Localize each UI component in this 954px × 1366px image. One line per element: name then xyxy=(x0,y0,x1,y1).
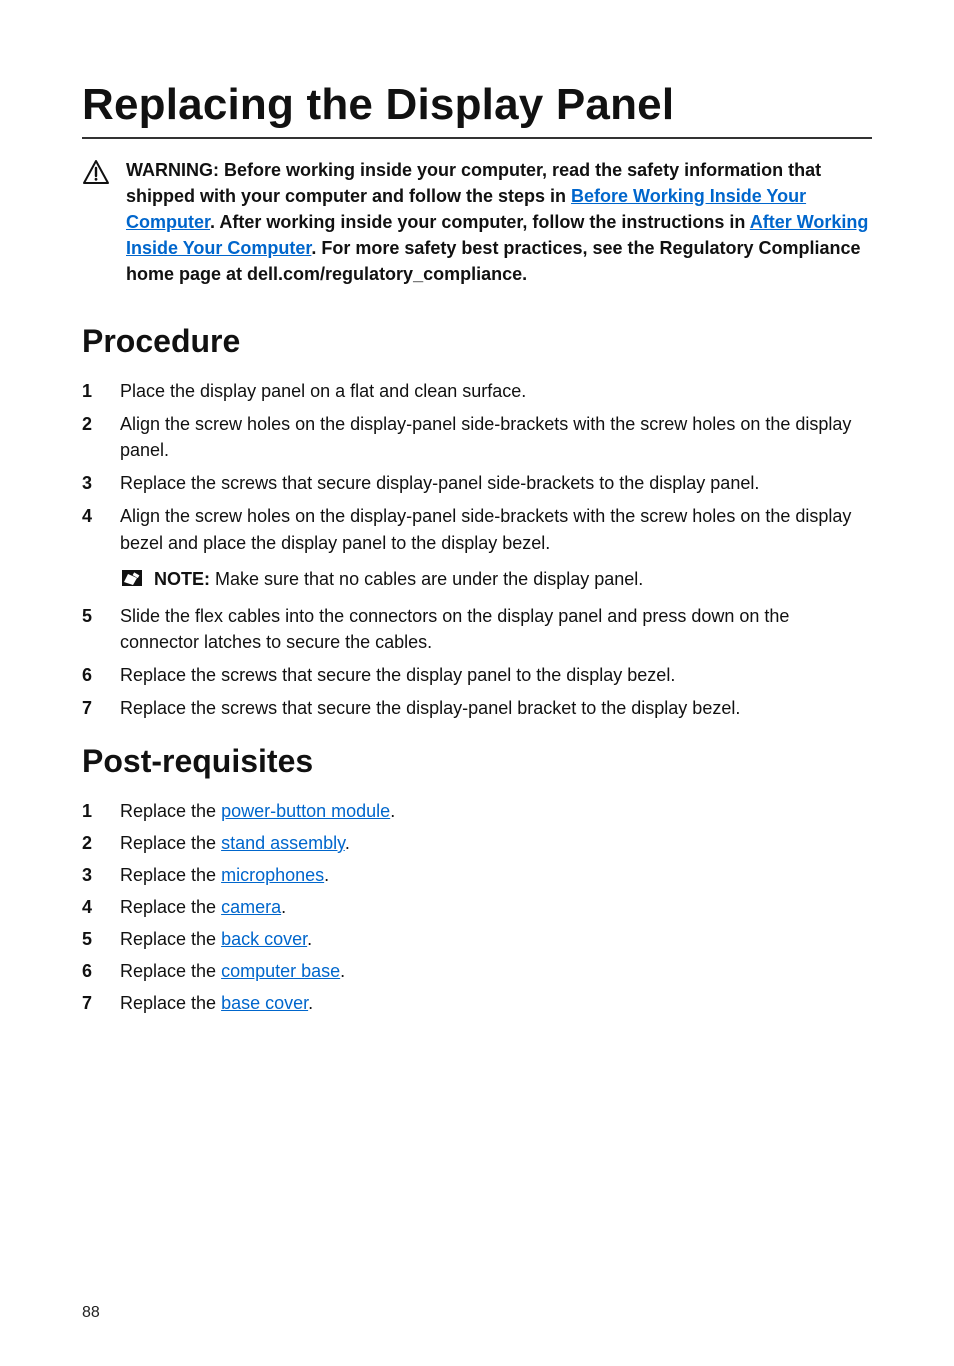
item-body: Replace the stand assembly. xyxy=(120,830,350,857)
step-number: 6 xyxy=(82,662,102,688)
warning-part2: . After working inside your computer, fo… xyxy=(210,212,750,232)
item-suffix: . xyxy=(324,865,329,885)
step-text: Slide the flex cables into the connector… xyxy=(120,603,872,655)
link-power-button-module[interactable]: power-button module xyxy=(221,801,390,821)
procedure-step: 4 Align the screw holes on the display-p… xyxy=(82,503,872,595)
procedure-heading: Procedure xyxy=(82,323,872,360)
item-suffix: . xyxy=(281,897,286,917)
step-number: 5 xyxy=(82,603,102,629)
item-number: 2 xyxy=(82,830,102,857)
step-text: Align the screw holes on the display-pan… xyxy=(120,411,872,463)
step-text: Align the screw holes on the display-pan… xyxy=(120,506,851,552)
procedure-step: 2 Align the screw holes on the display-p… xyxy=(82,411,872,463)
step-number: 4 xyxy=(82,503,102,529)
note-body: Make sure that no cables are under the d… xyxy=(210,569,643,589)
item-number: 7 xyxy=(82,990,102,1017)
item-suffix: . xyxy=(340,961,345,981)
item-body: Replace the camera. xyxy=(120,894,286,921)
post-requisite-item: 3 Replace the microphones. xyxy=(82,862,872,889)
post-requisite-item: 6 Replace the computer base. xyxy=(82,958,872,985)
note-row: NOTE: Make sure that no cables are under… xyxy=(120,566,872,596)
link-camera[interactable]: camera xyxy=(221,897,281,917)
item-number: 4 xyxy=(82,894,102,921)
step-text-with-note: Align the screw holes on the display-pan… xyxy=(120,503,872,595)
warning-block: WARNING: Before working inside your comp… xyxy=(82,157,872,287)
item-number: 6 xyxy=(82,958,102,985)
item-prefix: Replace the xyxy=(120,833,221,853)
document-page: Replacing the Display Panel WARNING: Bef… xyxy=(0,0,954,1366)
item-suffix: . xyxy=(308,993,313,1013)
step-text: Place the display panel on a flat and cl… xyxy=(120,378,872,404)
note-label: NOTE: xyxy=(154,569,210,589)
post-requisite-item: 7 Replace the base cover. xyxy=(82,990,872,1017)
item-body: Replace the back cover. xyxy=(120,926,312,953)
item-number: 5 xyxy=(82,926,102,953)
item-prefix: Replace the xyxy=(120,993,221,1013)
step-number: 3 xyxy=(82,470,102,496)
procedure-step: 5 Slide the flex cables into the connect… xyxy=(82,603,872,655)
warning-triangle-icon xyxy=(82,159,110,190)
procedure-step: 1 Place the display panel on a flat and … xyxy=(82,378,872,404)
step-text: Replace the screws that secure the displ… xyxy=(120,662,872,688)
item-number: 1 xyxy=(82,798,102,825)
post-requisites-heading: Post-requisites xyxy=(82,743,872,780)
item-suffix: . xyxy=(345,833,350,853)
title-rule xyxy=(82,137,872,139)
link-base-cover[interactable]: base cover xyxy=(221,993,308,1013)
link-computer-base[interactable]: computer base xyxy=(221,961,340,981)
item-body: Replace the power-button module. xyxy=(120,798,395,825)
warning-label: WARNING: xyxy=(126,160,219,180)
note-text: NOTE: Make sure that no cables are under… xyxy=(154,566,643,592)
post-requisite-item: 5 Replace the back cover. xyxy=(82,926,872,953)
item-number: 3 xyxy=(82,862,102,889)
item-suffix: . xyxy=(390,801,395,821)
link-microphones[interactable]: microphones xyxy=(221,865,324,885)
warning-text: WARNING: Before working inside your comp… xyxy=(126,157,872,287)
item-body: Replace the base cover. xyxy=(120,990,313,1017)
post-requisites-list: 1 Replace the power-button module. 2 Rep… xyxy=(82,798,872,1017)
post-requisite-item: 2 Replace the stand assembly. xyxy=(82,830,872,857)
step-number: 1 xyxy=(82,378,102,404)
procedure-step: 7 Replace the screws that secure the dis… xyxy=(82,695,872,721)
procedure-step: 3 Replace the screws that secure display… xyxy=(82,470,872,496)
item-body: Replace the computer base. xyxy=(120,958,345,985)
item-prefix: Replace the xyxy=(120,865,221,885)
step-number: 2 xyxy=(82,411,102,437)
procedure-step: 6 Replace the screws that secure the dis… xyxy=(82,662,872,688)
post-requisite-item: 4 Replace the camera. xyxy=(82,894,872,921)
item-prefix: Replace the xyxy=(120,961,221,981)
link-back-cover[interactable]: back cover xyxy=(221,929,307,949)
procedure-list: 1 Place the display panel on a flat and … xyxy=(82,378,872,721)
step-number: 7 xyxy=(82,695,102,721)
post-requisite-item: 1 Replace the power-button module. xyxy=(82,798,872,825)
page-number: 88 xyxy=(82,1304,100,1322)
item-suffix: . xyxy=(307,929,312,949)
item-body: Replace the microphones. xyxy=(120,862,329,889)
item-prefix: Replace the xyxy=(120,801,221,821)
item-prefix: Replace the xyxy=(120,897,221,917)
note-pencil-icon xyxy=(120,567,144,596)
link-stand-assembly[interactable]: stand assembly xyxy=(221,833,345,853)
step-text: Replace the screws that secure display-p… xyxy=(120,470,872,496)
step-text: Replace the screws that secure the displ… xyxy=(120,695,872,721)
item-prefix: Replace the xyxy=(120,929,221,949)
page-title: Replacing the Display Panel xyxy=(82,80,872,131)
